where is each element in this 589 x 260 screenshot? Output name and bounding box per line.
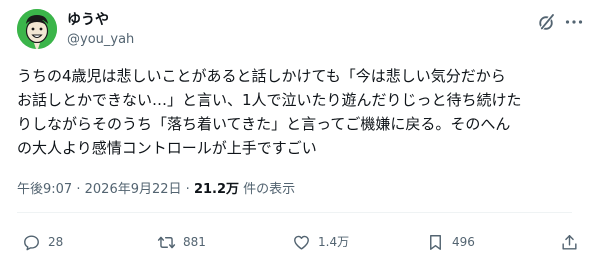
like-count: 1.4万 <box>318 235 350 249</box>
user-handle[interactable]: @you_yah <box>67 31 134 48</box>
like-button[interactable]: 1.4万 <box>292 232 349 252</box>
share-button[interactable] <box>560 232 579 252</box>
post-card: ゆうや @you_yah うちの4歳児は悲しいことがあると話しかけても「今は悲し… <box>0 0 589 260</box>
meta-separator: · <box>185 182 190 197</box>
grok-icon[interactable] <box>537 12 557 32</box>
post-text-line: りしながらそのうち「落ち着いてきた」と言ってご機嫌に戻る。そのへん <box>17 115 511 133</box>
divider <box>17 212 572 213</box>
bookmark-button[interactable]: 496 <box>426 232 475 252</box>
share-icon <box>562 234 577 250</box>
post-meta: 午後9:07 · 2026年9月22日 · 21.2万 件の表示 <box>17 181 295 199</box>
views-count[interactable]: 21.2万 <box>194 182 239 197</box>
reply-icon <box>24 234 39 250</box>
meta-separator: · <box>76 182 81 197</box>
bookmark-count: 496 <box>452 235 475 249</box>
repost-button[interactable]: 881 <box>157 232 206 252</box>
bookmark-icon <box>430 234 441 250</box>
post-text-line: うちの4歳児は悲しいことがあると話しかけても「今は悲しい気分だから <box>17 67 506 85</box>
reply-count: 28 <box>48 235 64 249</box>
views-label[interactable]: 件の表示 <box>243 182 295 197</box>
post-text-line: お話しとかできない…」と言い、1人で泣いたり遊んだりじっと待ち続けた <box>17 91 522 109</box>
reply-button[interactable]: 28 <box>22 232 63 252</box>
repost-icon <box>157 236 176 248</box>
cartoon-face-icon <box>17 9 57 49</box>
avatar[interactable] <box>17 9 57 49</box>
post-time[interactable]: 午後9:07 <box>17 182 72 197</box>
post-text-line: の大人より感情コントロールが上手ですごい <box>17 139 317 157</box>
post-text: うちの4歳児は悲しいことがあると話しかけても「今は悲しい気分だから お話しとかで… <box>17 64 577 160</box>
repost-count: 881 <box>183 235 206 249</box>
display-name[interactable]: ゆうや <box>67 11 109 29</box>
heart-icon <box>294 235 309 250</box>
post-date[interactable]: 2026年9月22日 <box>85 182 182 197</box>
more-icon[interactable] <box>564 12 584 32</box>
